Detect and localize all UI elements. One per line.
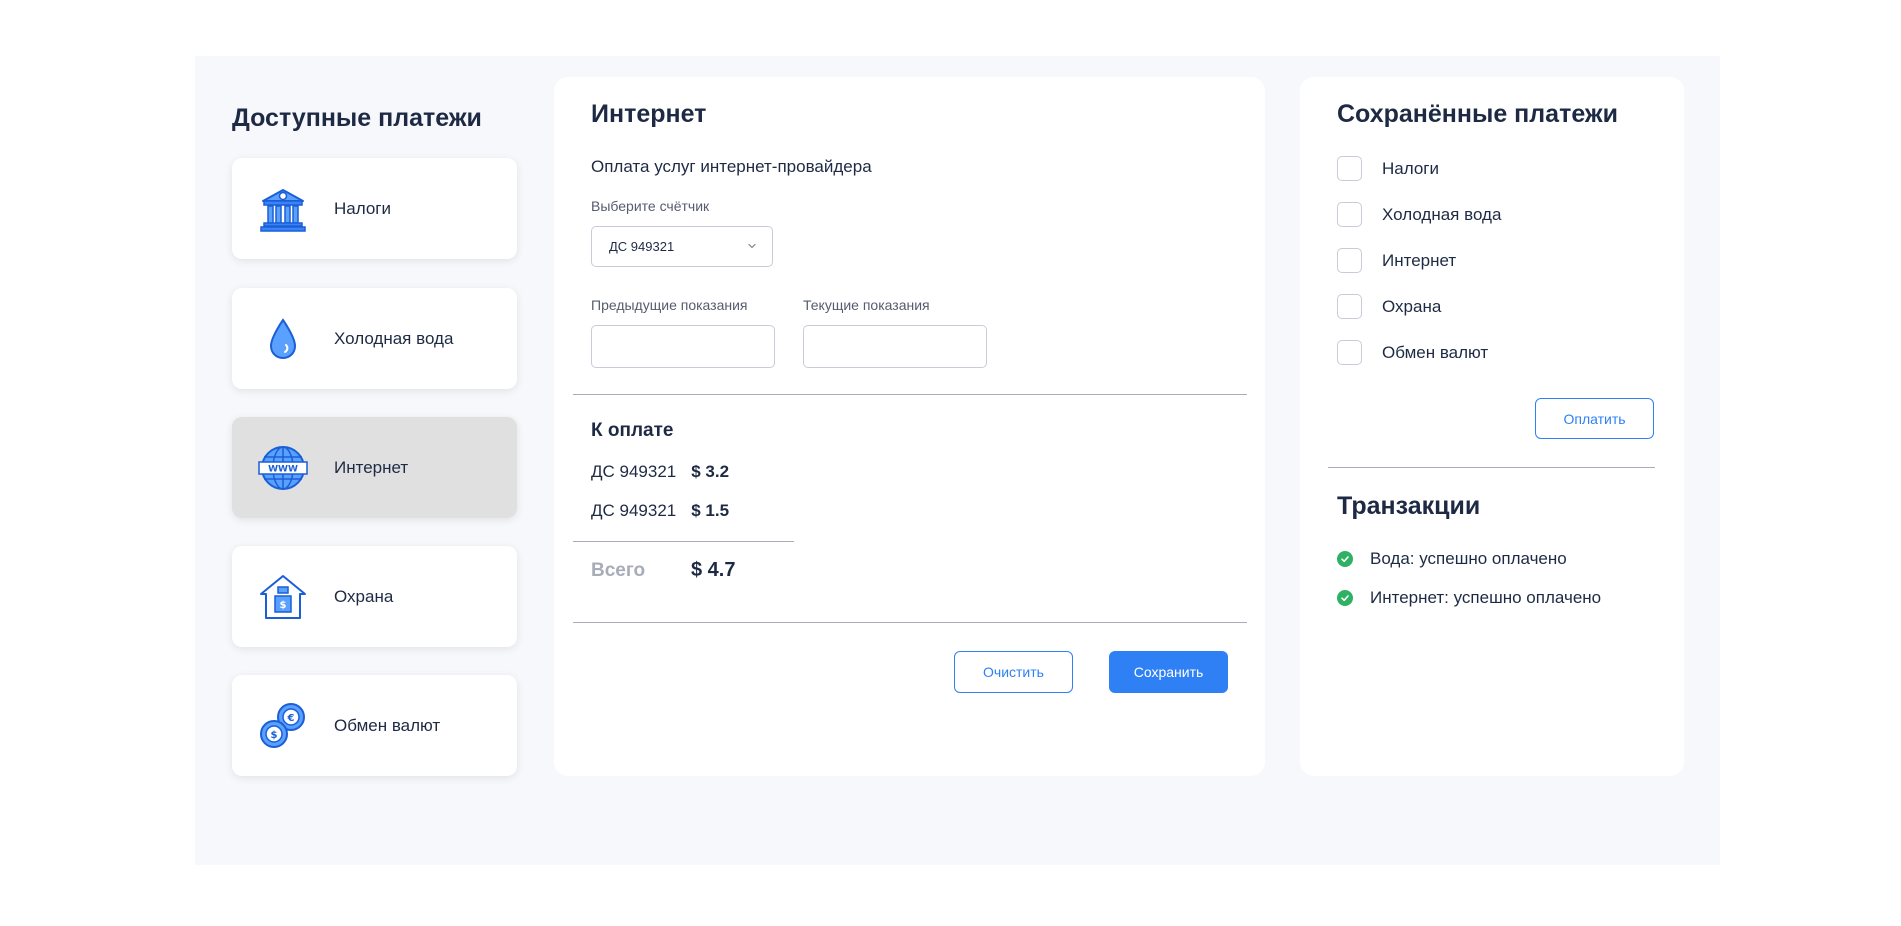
checkbox[interactable] [1337,340,1362,365]
previous-reading-label: Предыдущие показания [591,297,748,313]
svg-text:$: $ [271,730,278,741]
checkbox[interactable] [1337,294,1362,319]
payment-item-currency-exchange[interactable]: € $ Обмен валют [232,675,517,776]
total-value: $ 4.7 [691,559,736,581]
chevron-down-icon [748,243,756,249]
transaction-item: Интернет: успешно оплачено [1337,588,1601,608]
house-security-icon: $ [257,571,309,623]
payment-form-subtitle: Оплата услуг интернет-провайдера [591,157,872,176]
amount-due-meter: ДС 949321 [591,462,677,481]
available-payments-title: Доступные платежи [232,104,482,132]
transactions-title: Транзакции [1337,492,1481,520]
saved-divider [1328,467,1655,468]
transaction-item: Вода: успешно оплачено [1337,549,1567,569]
saved-item-label: Холодная вода [1382,204,1502,224]
payment-item-label: Налоги [334,198,391,218]
previous-reading-input[interactable] [591,325,775,368]
payments-app: Доступные платежи Налоги Холодная вода W… [195,56,1720,865]
success-check-icon [1337,590,1353,606]
subtotal-divider [573,541,794,542]
payment-item-security[interactable]: $ Охрана [232,546,517,647]
payment-item-taxes[interactable]: Налоги [232,158,517,259]
meter-select-value: ДС 949321 [609,239,675,254]
form-bottom-divider [573,622,1247,623]
payment-item-cold-water[interactable]: Холодная вода [232,288,517,389]
payment-form-card: Интернет Оплата услуг интернет-провайдер… [554,77,1265,776]
pay-button[interactable]: Оплатить [1535,398,1654,439]
saved-item-label: Обмен валют [1382,342,1489,362]
total-label: Всего [591,560,646,581]
amount-due-title: К оплате [591,420,674,441]
transaction-text: Интернет: успешно оплачено [1370,588,1602,607]
meter-select-label: Выберите счётчик [591,198,710,214]
current-reading-input[interactable] [803,325,987,368]
saved-item-label: Охрана [1382,296,1442,316]
saved-item-label: Налоги [1382,158,1439,178]
amount-due-meter: ДС 949321 [591,501,677,520]
svg-text:€: € [287,713,295,724]
payment-item-internet[interactable]: WWW Интернет [232,417,517,518]
transaction-text: Вода: успешно оплачено [1370,549,1567,568]
svg-text:$: $ [280,600,287,611]
clear-button[interactable]: Очистить [954,651,1073,693]
payment-item-label: Охрана [334,586,394,606]
checkbox[interactable] [1337,202,1362,227]
success-check-icon [1337,551,1353,567]
available-payments-panel: Доступные платежи [232,100,522,136]
payment-item-label: Интернет [334,457,409,477]
saved-payments-title: Сохранённые платежи [1337,100,1618,128]
saved-item-internet[interactable]: Интернет [1337,248,1456,273]
water-drop-icon [257,313,309,365]
checkbox[interactable] [1337,156,1362,181]
save-button[interactable]: Сохранить [1109,651,1228,693]
amount-due-line: ДС 949321 $ 1.5 [591,501,729,521]
amount-due-line: ДС 949321 $ 3.2 [591,462,729,482]
form-divider [573,394,1247,395]
payment-form-title: Интернет [591,100,707,128]
saved-item-taxes[interactable]: Налоги [1337,156,1439,181]
coins-icon: € $ [257,700,309,752]
saved-item-cold-water[interactable]: Холодная вода [1337,202,1501,227]
payment-item-label: Обмен валют [334,715,441,735]
saved-item-label: Интернет [1382,250,1457,270]
globe-www-icon: WWW [257,442,309,494]
amount-due-value: $ 1.5 [691,501,730,520]
meter-select[interactable]: ДС 949321 [591,226,773,267]
saved-item-currency-exchange[interactable]: Обмен валют [1337,340,1488,365]
svg-text:WWW: WWW [268,464,298,474]
amount-due-value: $ 3.2 [691,462,730,481]
current-reading-label: Текущие показания [803,297,930,313]
saved-item-security[interactable]: Охрана [1337,294,1441,319]
checkbox[interactable] [1337,248,1362,273]
bank-icon [257,183,309,235]
payment-item-label: Холодная вода [334,328,454,348]
saved-payments-card: Сохранённые платежи Налоги Холодная вода… [1300,77,1684,776]
